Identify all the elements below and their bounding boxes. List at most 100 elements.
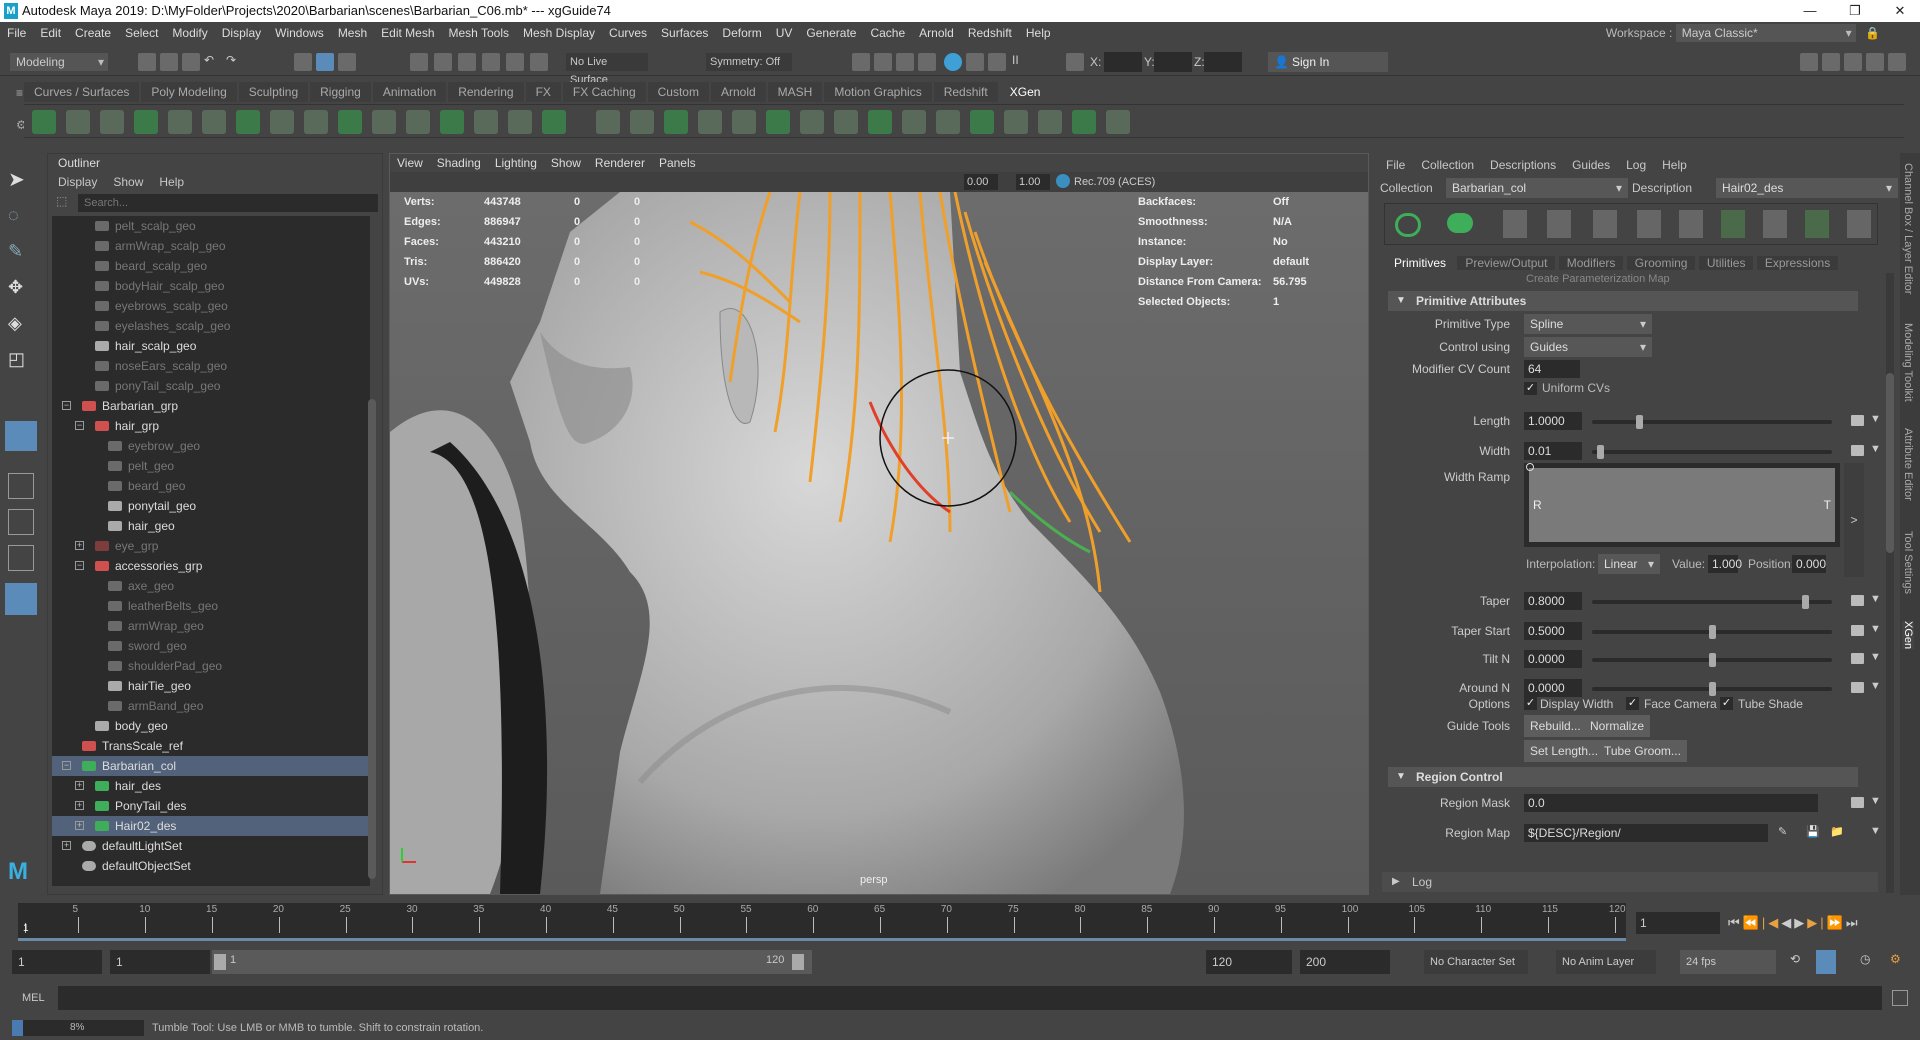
xgen-shelf-tool-icon[interactable] [406, 110, 430, 134]
tube-groom-button[interactable]: Tube Groom... [1598, 740, 1687, 762]
end-time-field[interactable]: 200 [1300, 950, 1390, 974]
around-n-expression-icon[interactable] [1851, 682, 1864, 693]
primitive-type-dropdown[interactable]: Spline [1524, 314, 1652, 334]
pause-viewport-icon[interactable]: II [1012, 53, 1030, 71]
rotate-tool-icon[interactable]: ◈ [8, 313, 34, 339]
outliner-item[interactable]: sword_geo [52, 636, 370, 656]
filter-icon[interactable]: ⬚ [56, 194, 67, 208]
tab-modeling-toolkit[interactable]: Modeling Toolkit [1902, 323, 1914, 402]
play-forwards-icon[interactable]: ▶ [1794, 915, 1807, 930]
xgen-menu-file[interactable]: File [1386, 158, 1405, 172]
animation-settings-icon[interactable]: ⚙ [1890, 952, 1901, 966]
width-ramp-editor[interactable]: R T [1524, 463, 1840, 547]
place-guide-icon[interactable] [1547, 210, 1571, 238]
attribute-editor-icon[interactable] [1844, 53, 1862, 71]
xgen-shelf-tool-icon[interactable] [168, 110, 192, 134]
menu-display[interactable]: Display [222, 26, 261, 40]
width-expression-icon[interactable] [1851, 445, 1864, 456]
outliner-item[interactable]: + defaultLightSet [52, 836, 370, 856]
menuset-dropdown[interactable]: Modeling [10, 53, 108, 71]
outliner-item[interactable]: − accessories_grp [52, 556, 370, 576]
outliner-search-input[interactable]: Search... [78, 194, 378, 212]
channel-box-icon[interactable] [1888, 53, 1906, 71]
workspace-dropdown[interactable]: Maya Classic* [1675, 24, 1856, 42]
outliner-item[interactable]: + eye_grp [52, 536, 370, 556]
taper-menu-arrow-icon[interactable]: ▼ [1870, 593, 1881, 605]
select-hierarchy-icon[interactable] [294, 53, 312, 71]
expand-toggle-icon[interactable]: − [75, 421, 84, 430]
menu-select[interactable]: Select [125, 26, 158, 40]
outliner-layout-icon[interactable] [5, 583, 37, 615]
outliner-item[interactable]: eyebrow_geo [52, 436, 370, 456]
expand-toggle-icon[interactable]: − [62, 761, 71, 770]
render-settings-icon[interactable] [852, 53, 870, 71]
outliner-scrollbar[interactable] [368, 399, 376, 879]
expand-toggle-icon[interactable]: + [75, 801, 84, 810]
add-guide-icon[interactable] [1503, 210, 1527, 238]
create-parameterization-map-button[interactable]: Create Parameterization Map [1526, 273, 1670, 285]
scale-tool-icon[interactable]: ◰ [8, 349, 34, 375]
time-slider[interactable]: 5 10 15 20 25 30 35 40 45 50 55 60 65 70 75 80 85 90 95 100… [18, 903, 1626, 941]
xgen-shelf-tool-icon[interactable] [236, 110, 260, 134]
color-management-icon[interactable] [1056, 174, 1070, 188]
transform-mode-icon[interactable] [1066, 53, 1084, 71]
render-view-icon[interactable] [918, 53, 936, 71]
length-expression-icon[interactable] [1851, 415, 1864, 426]
xgen-menu-help[interactable]: Help [1662, 158, 1687, 172]
anim-layer-dropdown[interactable]: No Anim Layer [1556, 950, 1656, 974]
shelf-tab-custom[interactable]: Custom [647, 82, 709, 102]
xgen-shelf-tool-icon[interactable] [440, 110, 464, 134]
outliner-item[interactable]: bodyHair_scalp_geo [52, 276, 370, 296]
tab-xgen[interactable]: XGen [1902, 621, 1914, 650]
outliner-item[interactable]: hairTie_geo [52, 676, 370, 696]
snap-view-icon[interactable] [482, 53, 500, 71]
xgen-shelf-tool-icon[interactable] [32, 110, 56, 134]
primitive-attributes-header[interactable]: Primitive Attributes [1388, 291, 1858, 311]
xgen-shelf-tool-icon[interactable] [304, 110, 328, 134]
set-length-button[interactable]: Set Length... [1524, 740, 1605, 762]
outliner-item[interactable]: pelt_geo [52, 456, 370, 476]
taper-field[interactable]: 0.8000 [1524, 592, 1582, 610]
xgen-shelf-tool-icon[interactable] [800, 110, 824, 134]
mel-command-input[interactable] [58, 986, 1882, 1010]
range-start-handle[interactable] [214, 954, 226, 970]
length-slider-thumb[interactable] [1636, 415, 1644, 429]
viewport-menu-lighting[interactable]: Lighting [495, 156, 537, 170]
step-back-key-icon[interactable]: |◀ [1762, 915, 1781, 930]
viewport-canvas[interactable]: Verts: 443748 0 0 Edges: 886947 0 0 Faces: 443210… [390, 192, 1368, 894]
expression-editor-icon[interactable] [1851, 797, 1864, 808]
menu-edit-mesh[interactable]: Edit Mesh [381, 26, 434, 40]
menu-uv[interactable]: UV [776, 26, 793, 40]
xgen-shelf-tool-icon[interactable] [270, 110, 294, 134]
outliner-item[interactable]: ponyTail_scalp_geo [52, 376, 370, 396]
shelf-tab-animation[interactable]: Animation [372, 82, 447, 102]
outliner-item[interactable]: armBand_geo [52, 696, 370, 716]
xgen-shelf-tool-icon[interactable] [338, 110, 362, 134]
lock-icon[interactable]: 🔒 [1865, 26, 1880, 40]
viewport-menu-panels[interactable]: Panels [659, 156, 696, 170]
length-field[interactable]: 1.0000 [1524, 412, 1582, 430]
shelf-tab-fx-caching[interactable]: FX Caching [562, 82, 646, 102]
length-menu-arrow-icon[interactable]: ▼ [1870, 413, 1881, 425]
menu-arnold[interactable]: Arnold [919, 26, 954, 40]
visibility-toggle-icon[interactable] [1395, 213, 1421, 237]
taper-start-expression-icon[interactable] [1851, 625, 1864, 636]
modeling-toolkit-icon[interactable] [1800, 53, 1818, 71]
outliner-item[interactable]: beard_scalp_geo [52, 256, 370, 276]
outliner-item[interactable]: pelt_scalp_geo [52, 216, 370, 236]
gamma-field[interactable]: 1.00 [1016, 174, 1050, 190]
step-forward-icon[interactable]: ⏩ [1827, 915, 1846, 930]
snap-pivot-icon[interactable] [530, 53, 548, 71]
tab-utilities[interactable]: Utilities [1698, 256, 1754, 270]
outliner-item[interactable]: axe_geo [52, 576, 370, 596]
menu-mesh-tools[interactable]: Mesh Tools [449, 26, 509, 40]
outliner-item[interactable]: defaultObjectSet [52, 856, 370, 876]
taper-start-field[interactable]: 0.5000 [1524, 622, 1582, 640]
outliner-menu-help[interactable]: Help [159, 175, 184, 189]
outliner-item[interactable]: armWrap_geo [52, 616, 370, 636]
x-field[interactable] [1104, 52, 1142, 72]
script-editor-icon[interactable] [1892, 990, 1908, 1006]
expand-toggle-icon[interactable]: + [75, 821, 84, 830]
anim-prefs-icon[interactable]: ◷ [1860, 952, 1870, 966]
move-tool-icon[interactable]: ✥ [8, 277, 34, 303]
